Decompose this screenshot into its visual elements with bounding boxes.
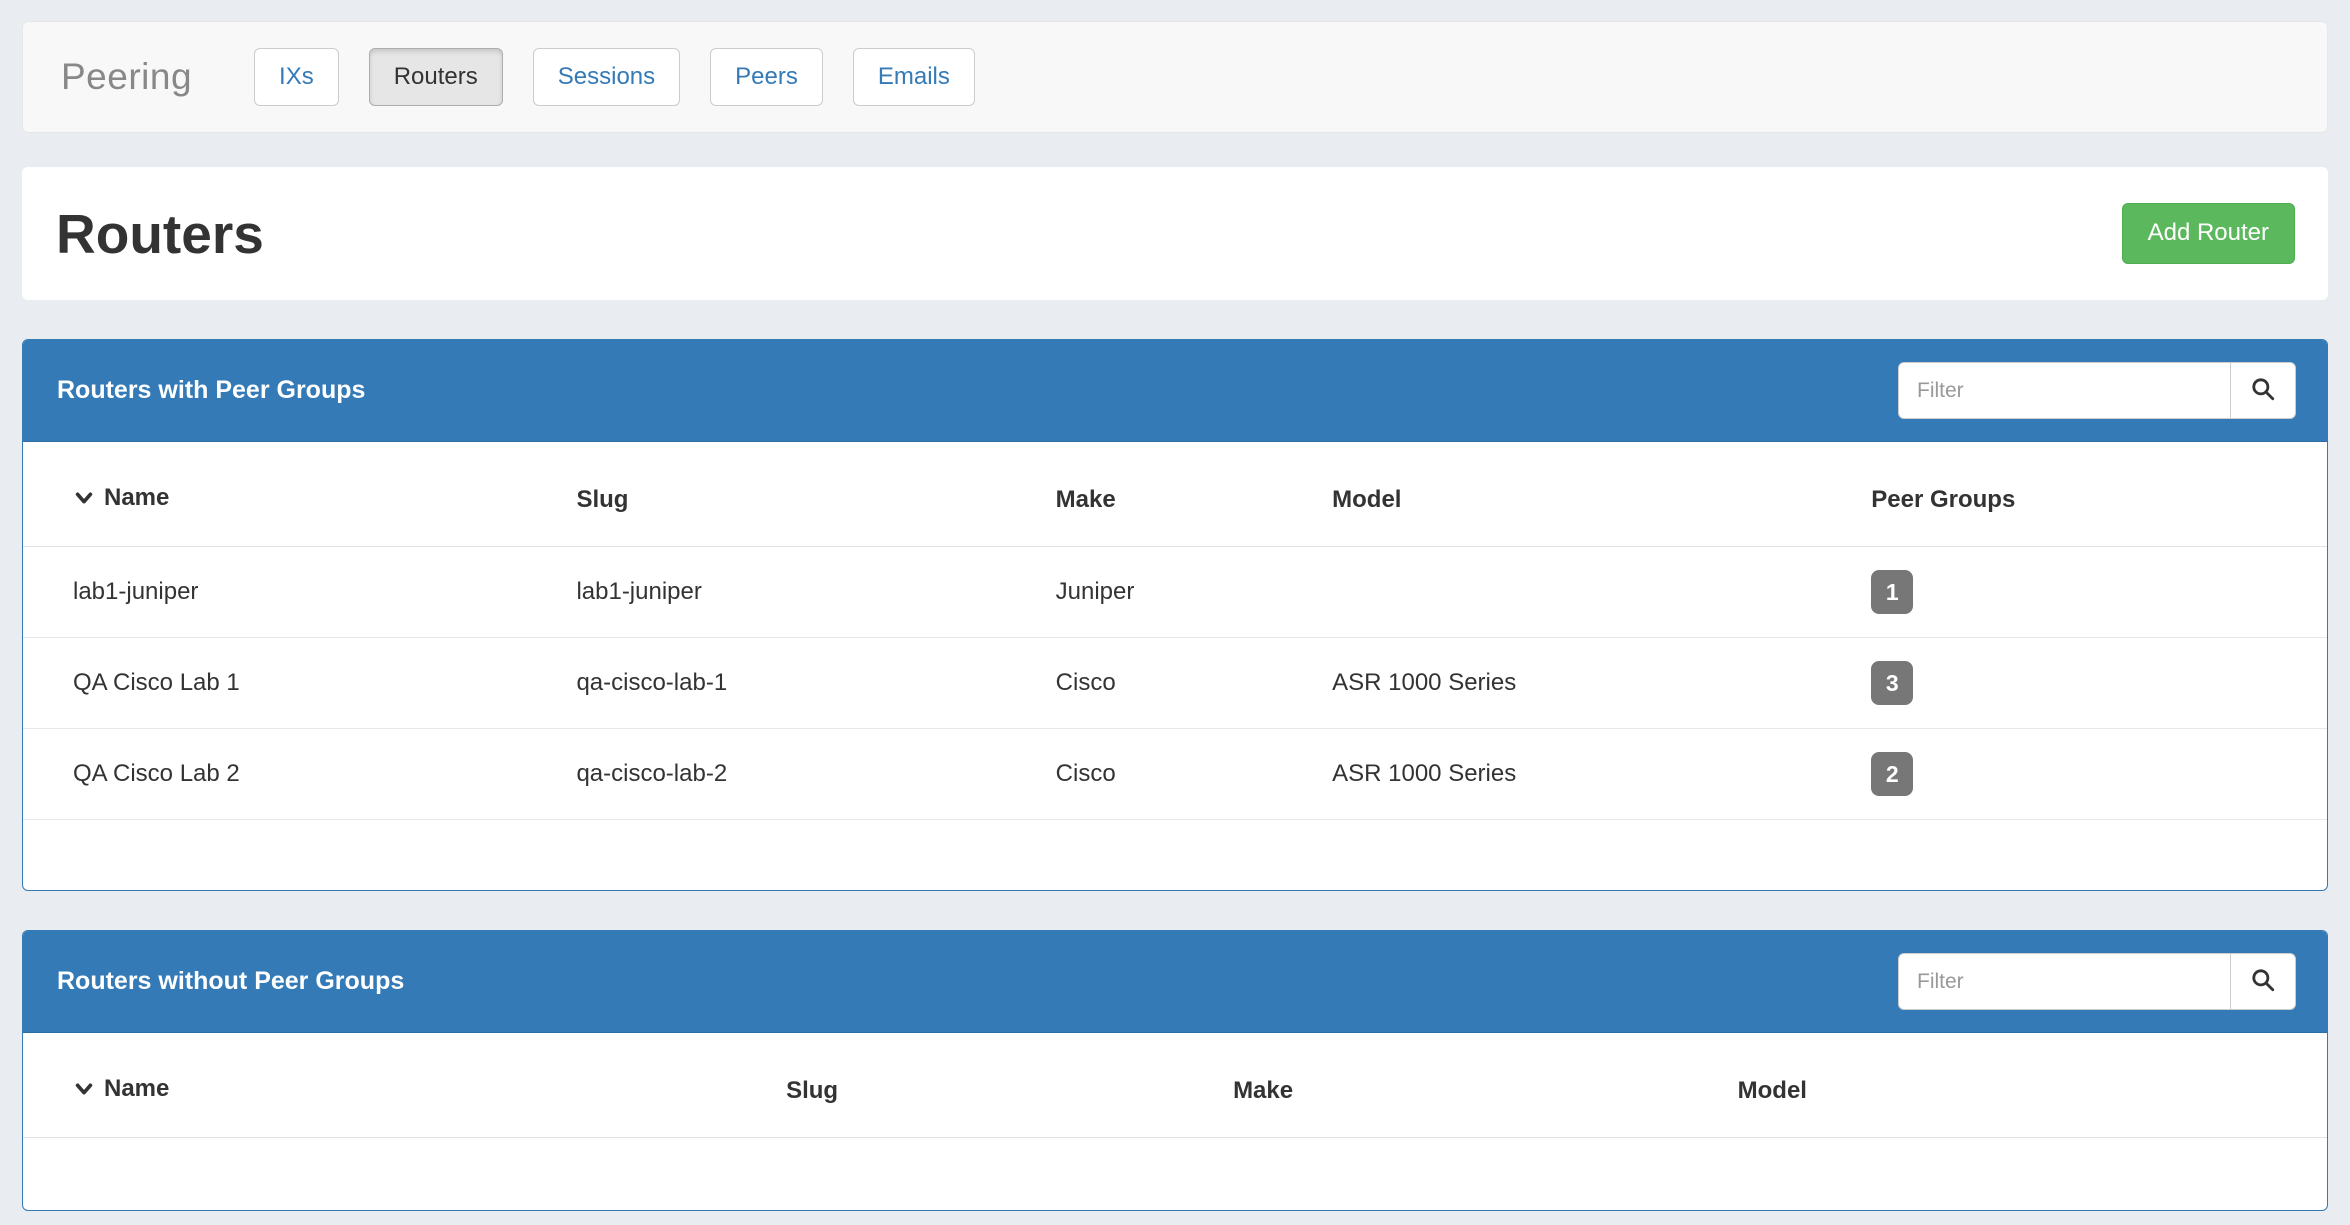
routers-without-peer-groups-table: Name Slug Make Model <box>23 1033 2327 1138</box>
table-header-row: Name Slug Make Model <box>23 1033 2327 1138</box>
nav-button-ixs[interactable]: IXs <box>254 48 339 107</box>
nav-button-peers[interactable]: Peers <box>710 48 823 107</box>
panel-heading: Routers without Peer Groups <box>23 931 2327 1033</box>
cell-make: Cisco <box>1044 638 1320 729</box>
peer-groups-badge: 3 <box>1871 661 1913 705</box>
search-icon <box>2250 376 2276 405</box>
panel-bottom-spacer <box>23 1138 2327 1210</box>
column-header-make[interactable]: Make <box>1221 1033 1726 1138</box>
table-row[interactable]: QA Cisco Lab 2 qa-cisco-lab-2 Cisco ASR … <box>23 729 2327 820</box>
panel-title: Routers without Peer Groups <box>57 967 404 996</box>
filter-input[interactable] <box>1898 953 2231 1010</box>
table-row[interactable]: QA Cisco Lab 1 qa-cisco-lab-1 Cisco ASR … <box>23 638 2327 729</box>
cell-name: lab1-juniper <box>23 547 564 638</box>
column-header-slug[interactable]: Slug <box>564 442 1043 547</box>
column-header-slug[interactable]: Slug <box>774 1033 1221 1138</box>
cell-name: QA Cisco Lab 2 <box>23 729 564 820</box>
sort-chevron-down-icon <box>73 487 95 509</box>
cell-slug: lab1-juniper <box>564 547 1043 638</box>
column-header-name[interactable]: Name <box>23 442 564 547</box>
cell-name: QA Cisco Lab 1 <box>23 638 564 729</box>
table-row[interactable]: lab1-juniper lab1-juniper Juniper 1 <box>23 547 2327 638</box>
nav-button-routers[interactable]: Routers <box>369 48 503 107</box>
panel-heading: Routers with Peer Groups <box>23 340 2327 442</box>
panel-title: Routers with Peer Groups <box>57 376 365 405</box>
navbar: Peering IXs Routers Sessions Peers Email… <box>22 21 2328 133</box>
cell-model: ASR 1000 Series <box>1320 729 1859 820</box>
page-header: Routers Add Router <box>22 167 2328 300</box>
column-header-model[interactable]: Model <box>1726 1033 2327 1138</box>
column-header-name[interactable]: Name <box>23 1033 774 1138</box>
search-icon <box>2250 967 2276 996</box>
cell-peer-groups: 3 <box>1859 638 2327 729</box>
page-title: Routers <box>56 202 264 266</box>
routers-without-peer-groups-panel: Routers without Peer Groups <box>22 930 2328 1211</box>
cell-slug: qa-cisco-lab-2 <box>564 729 1043 820</box>
routers-with-peer-groups-table: Name Slug Make Model Peer Groups lab1-ju… <box>23 442 2327 820</box>
cell-slug: qa-cisco-lab-1 <box>564 638 1043 729</box>
cell-make: Cisco <box>1044 729 1320 820</box>
filter-input[interactable] <box>1898 362 2231 419</box>
panel-body: Name Slug Make Model <box>23 1033 2327 1210</box>
cell-peer-groups: 2 <box>1859 729 2327 820</box>
column-header-label: Name <box>104 484 169 512</box>
peer-groups-badge: 1 <box>1871 570 1913 614</box>
cell-peer-groups: 1 <box>1859 547 2327 638</box>
filter-group <box>1898 953 2296 1010</box>
panel-bottom-spacer <box>23 820 2327 890</box>
routers-with-peer-groups-panel: Routers with Peer Groups <box>22 339 2328 891</box>
add-router-button[interactable]: Add Router <box>2122 203 2295 264</box>
column-header-peer-groups[interactable]: Peer Groups <box>1859 442 2327 547</box>
nav-button-emails[interactable]: Emails <box>853 48 975 107</box>
cell-model: ASR 1000 Series <box>1320 638 1859 729</box>
cell-make: Juniper <box>1044 547 1320 638</box>
column-header-make[interactable]: Make <box>1044 442 1320 547</box>
sort-chevron-down-icon <box>73 1078 95 1100</box>
panel-body: Name Slug Make Model Peer Groups lab1-ju… <box>23 442 2327 890</box>
cell-model <box>1320 547 1859 638</box>
peer-groups-badge: 2 <box>1871 752 1913 796</box>
navbar-brand: Peering <box>61 56 192 98</box>
column-header-model[interactable]: Model <box>1320 442 1859 547</box>
column-header-label: Name <box>104 1075 169 1103</box>
search-button[interactable] <box>2230 953 2296 1010</box>
filter-group <box>1898 362 2296 419</box>
search-button[interactable] <box>2230 362 2296 419</box>
page: { "navbar": { "brand": "Peering", "items… <box>0 21 2350 1225</box>
table-header-row: Name Slug Make Model Peer Groups <box>23 442 2327 547</box>
nav-button-sessions[interactable]: Sessions <box>533 48 680 107</box>
